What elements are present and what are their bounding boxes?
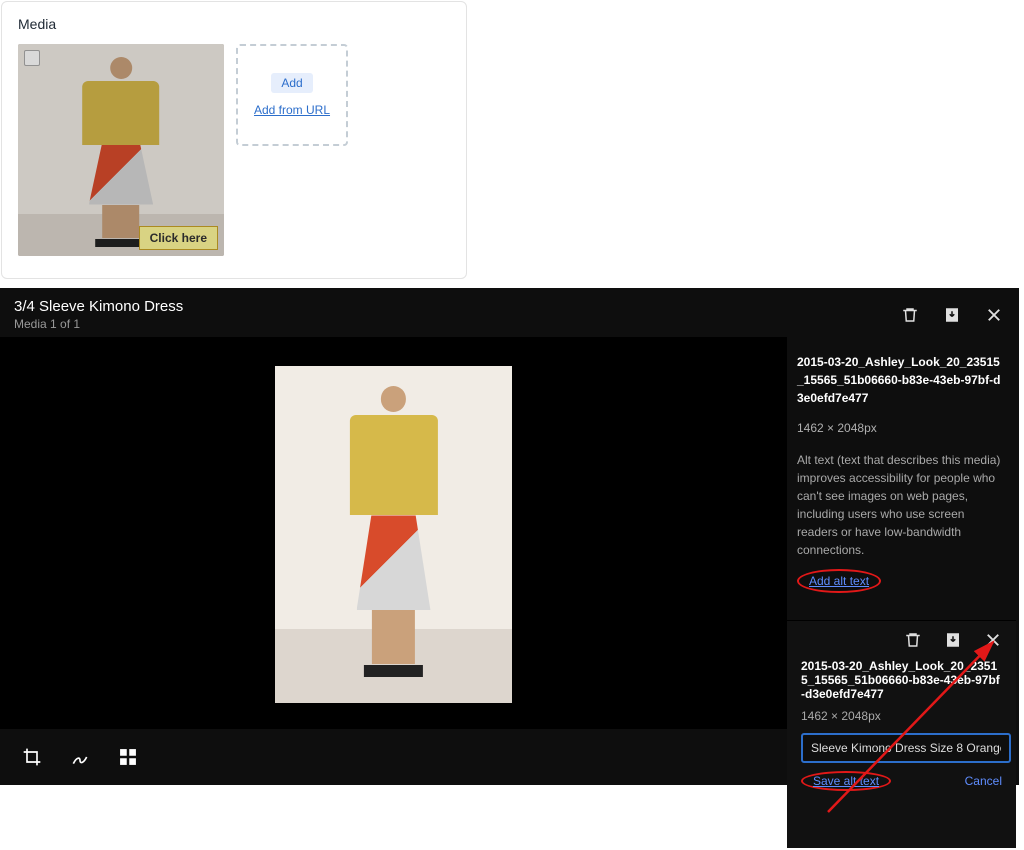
media-card: Media Click here Add Add from URL (1, 1, 467, 279)
viewer-title: 3/4 Sleeve Kimono Dress (14, 298, 183, 315)
save-alt-text-link[interactable]: Save alt text (813, 774, 879, 788)
draw-icon[interactable] (70, 747, 90, 767)
overlay-dimensions: 1462 × 2048px (801, 709, 1002, 723)
viewer-header: 3/4 Sleeve Kimono Dress Media 1 of 1 (0, 288, 1019, 337)
media-filename: 2015-03-20_Ashley_Look_20_23515_15565_51… (797, 353, 1003, 407)
add-alt-text-link[interactable]: Add alt text (809, 572, 869, 590)
viewer-header-icons (901, 306, 1003, 324)
thumbnail-checkbox[interactable] (24, 50, 40, 66)
trash-icon[interactable] (901, 306, 919, 324)
annotation-circle-save: Save alt text (801, 771, 891, 791)
media-thumbnail[interactable]: Click here (18, 44, 224, 256)
overlay-filename: 2015-03-20_Ashley_Look_20_23515_15565_51… (801, 659, 1002, 701)
media-row: Click here Add Add from URL (18, 44, 450, 256)
add-from-url-link[interactable]: Add from URL (254, 103, 330, 117)
download-icon[interactable] (943, 306, 961, 324)
alt-text-edit-panel: 2015-03-20_Ashley_Look_20_23515_15565_51… (787, 620, 1016, 848)
add-media-box: Add Add from URL (236, 44, 348, 146)
annotation-circle: Add alt text (797, 569, 881, 593)
add-button[interactable]: Add (271, 73, 312, 93)
viewer-subtitle: Media 1 of 1 (14, 317, 183, 331)
grid-icon[interactable] (118, 747, 138, 767)
alt-text-input[interactable] (801, 733, 1011, 763)
alt-text-description: Alt text (text that describes this media… (797, 451, 1003, 559)
close-icon[interactable] (984, 631, 1002, 649)
download-icon[interactable] (944, 631, 962, 649)
trash-icon[interactable] (904, 631, 922, 649)
media-image (275, 366, 512, 703)
click-here-callout: Click here (139, 226, 218, 250)
media-dimensions: 1462 × 2048px (797, 419, 1003, 437)
close-icon[interactable] (985, 306, 1003, 324)
media-card-title: Media (18, 16, 450, 32)
viewer-footer (0, 729, 787, 785)
crop-icon[interactable] (22, 747, 42, 767)
viewer-stage (0, 337, 787, 732)
cancel-link[interactable]: Cancel (965, 774, 1002, 788)
overlay-icons (787, 621, 1016, 655)
